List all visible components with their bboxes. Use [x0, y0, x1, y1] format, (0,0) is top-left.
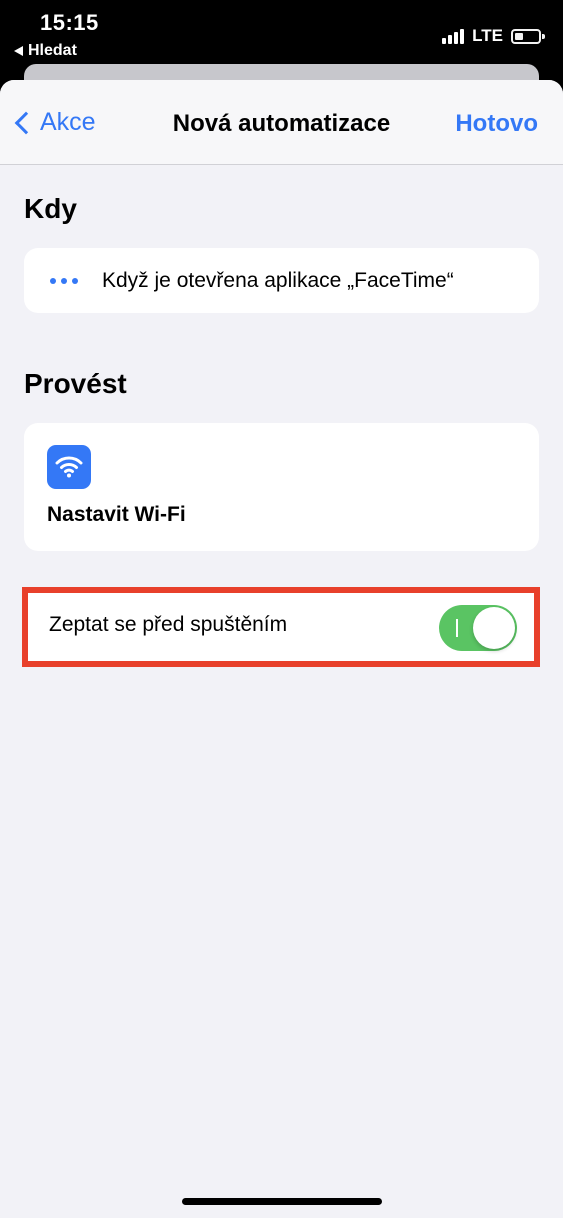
when-trigger-card[interactable]: Když je otevřena aplikace „FaceTime“ — [24, 248, 539, 313]
ask-before-running-row: Zeptat se před spuštěním — [22, 587, 540, 667]
status-indicators: LTE — [442, 26, 545, 46]
toggle-on-mark — [456, 619, 458, 637]
battery-icon — [511, 28, 545, 44]
when-section-title: Kdy — [24, 193, 77, 224]
done-button[interactable]: Hotovo — [455, 110, 538, 138]
do-section-title: Provést — [24, 368, 127, 399]
back-app-label: Hledat — [28, 42, 77, 59]
network-type: LTE — [472, 26, 503, 45]
toggle-knob — [473, 607, 515, 649]
automation-sheet: Akce Nová automatizace Hotovo Kdy Když j… — [0, 80, 563, 1218]
ellipsis-icon — [50, 277, 78, 284]
cellular-signal-icon — [442, 28, 465, 44]
status-bar: 15:15 Hledat LTE — [0, 0, 563, 66]
action-card[interactable]: Nastavit Wi-Fi — [24, 423, 539, 551]
wifi-icon — [47, 445, 91, 489]
action-label: Nastavit Wi-Fi — [47, 503, 186, 526]
ask-before-running-toggle[interactable] — [439, 605, 517, 651]
navigation-bar: Akce Nová automatizace Hotovo — [0, 80, 563, 165]
back-triangle-icon — [14, 46, 23, 56]
ask-before-running-label: Zeptat se před spuštěním — [49, 613, 288, 636]
home-indicator[interactable] — [182, 1198, 382, 1205]
back-to-app-link[interactable]: Hledat — [14, 42, 77, 60]
status-time: 15:15 — [40, 10, 99, 35]
trigger-text: Když je otevřena aplikace „FaceTime“ — [102, 268, 454, 292]
